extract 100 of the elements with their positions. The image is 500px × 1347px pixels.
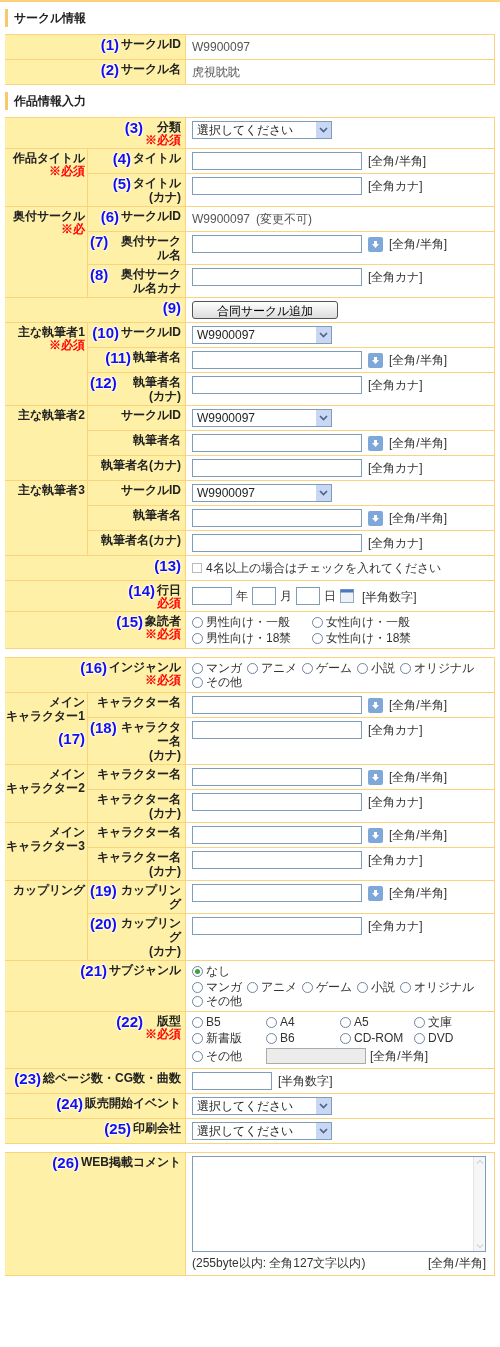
radio-button[interactable] xyxy=(400,981,411,993)
format-hint: [全角カナ] xyxy=(368,460,423,477)
radio-button[interactable] xyxy=(247,662,258,674)
text-input[interactable] xyxy=(192,534,362,552)
checkbox[interactable] xyxy=(192,563,202,573)
field-label: キャラクター名 xyxy=(97,825,181,839)
radio-button[interactable] xyxy=(192,1032,203,1044)
text-input[interactable] xyxy=(192,152,362,170)
text-input[interactable] xyxy=(192,826,362,844)
text-input[interactable] xyxy=(192,177,362,195)
callout-number: (15) xyxy=(116,614,143,629)
text-input[interactable] xyxy=(192,434,362,452)
checkbox-label: 4名以上の場合はチェックを入れてください xyxy=(206,560,441,577)
text-input[interactable] xyxy=(192,268,362,286)
text-input[interactable] xyxy=(192,696,362,714)
date-input[interactable] xyxy=(192,587,232,605)
dropdown[interactable]: 選択してください xyxy=(192,1122,332,1140)
text-input[interactable] xyxy=(192,917,362,935)
radio-button[interactable] xyxy=(266,1032,277,1044)
format-hint: [全角/半角] xyxy=(389,352,447,369)
text-input[interactable] xyxy=(192,884,362,902)
callout-number: (9) xyxy=(162,300,181,315)
radio-button[interactable] xyxy=(340,1016,351,1028)
field-label: キャラクター名 (カナ) xyxy=(97,792,181,820)
field-label: 執筆者名 xyxy=(133,508,181,522)
radio-button[interactable] xyxy=(414,1016,425,1028)
date-input[interactable] xyxy=(252,587,276,605)
date-input[interactable] xyxy=(296,587,320,605)
lookup-button[interactable] xyxy=(368,697,383,713)
dropdown[interactable]: W9900097 xyxy=(192,326,332,344)
field-label: 象読者 xyxy=(145,614,181,628)
dropdown[interactable]: W9900097 xyxy=(192,484,332,502)
radio-label: ゲーム xyxy=(316,980,352,994)
radio-button[interactable] xyxy=(192,662,203,674)
radio-label: B5 xyxy=(206,1015,221,1029)
radio-button[interactable] xyxy=(266,1016,277,1028)
lookup-button[interactable] xyxy=(368,827,383,843)
callout-number: (19) xyxy=(90,883,117,898)
dropdown[interactable]: W9900097 xyxy=(192,409,332,427)
radio-button[interactable] xyxy=(302,981,313,993)
radio-button[interactable] xyxy=(192,676,203,688)
radio-button[interactable] xyxy=(192,1050,203,1062)
lookup-button[interactable] xyxy=(368,352,383,368)
lookup-button[interactable] xyxy=(368,510,383,526)
field-label: 版型 xyxy=(157,1014,181,1028)
radio-button[interactable] xyxy=(302,662,313,674)
radio-button[interactable] xyxy=(192,632,203,644)
text-input[interactable] xyxy=(192,235,362,253)
text-input[interactable] xyxy=(192,1072,272,1090)
radio-button[interactable] xyxy=(357,662,368,674)
format-hint: [全角/半角] xyxy=(389,435,447,452)
format-hint: [全角カナ] xyxy=(368,794,423,811)
text-input[interactable] xyxy=(192,509,362,527)
text-input[interactable] xyxy=(192,768,362,786)
radio-button[interactable] xyxy=(312,616,323,628)
field-label: タイトル (カナ) xyxy=(133,176,181,204)
callout-number: (8) xyxy=(90,267,109,282)
text-input[interactable] xyxy=(192,351,362,369)
radio-button[interactable] xyxy=(400,662,411,674)
dropdown[interactable]: 選択してください xyxy=(192,121,332,139)
text-input[interactable] xyxy=(192,851,362,869)
lookup-button[interactable] xyxy=(368,885,383,901)
radio-button[interactable] xyxy=(357,981,368,993)
down-arrow-icon xyxy=(371,772,380,782)
field-label: サブジャンル xyxy=(109,963,181,977)
radio-label: 小説 xyxy=(371,980,395,994)
callout-number: (25) xyxy=(104,1121,131,1136)
add-circle-button[interactable]: 合同サークル追加 xyxy=(192,301,338,319)
radio-label: 女性向け・18禁 xyxy=(326,631,412,645)
text-input[interactable] xyxy=(192,459,362,477)
radio-button[interactable] xyxy=(192,965,203,977)
radio-button[interactable] xyxy=(247,981,258,993)
required-mark: ※必須 xyxy=(49,339,85,351)
date-unit: 年 xyxy=(236,588,248,605)
radio-label: A4 xyxy=(280,1015,295,1029)
radio-button[interactable] xyxy=(414,1032,425,1044)
dropdown[interactable]: 選択してください xyxy=(192,1097,332,1115)
lookup-button[interactable] xyxy=(368,435,383,451)
radio-button[interactable] xyxy=(192,995,203,1007)
group-label: カップリング xyxy=(13,883,85,897)
radio-label: マンガ xyxy=(206,980,242,994)
field-label: サークルID xyxy=(121,325,181,339)
callout-number: (3) xyxy=(124,120,143,135)
text-input[interactable] xyxy=(192,793,362,811)
radio-button[interactable] xyxy=(192,1016,203,1028)
callout-number: (16) xyxy=(80,660,107,675)
calendar-icon[interactable] xyxy=(340,589,354,603)
text-input[interactable] xyxy=(192,721,362,739)
radio-label: アニメ xyxy=(261,980,297,994)
required-mark: ※必 xyxy=(61,223,85,235)
radio-button[interactable] xyxy=(340,1032,351,1044)
lookup-button[interactable] xyxy=(368,769,383,785)
radio-button[interactable] xyxy=(312,632,323,644)
radio-button[interactable] xyxy=(192,981,203,993)
text-input[interactable] xyxy=(192,376,362,394)
callout-number: (12) xyxy=(90,375,117,390)
lookup-button[interactable] xyxy=(368,236,383,252)
radio-button[interactable] xyxy=(192,616,203,628)
comment-textarea[interactable] xyxy=(192,1156,486,1252)
required-mark: ※必須 xyxy=(145,1028,181,1040)
